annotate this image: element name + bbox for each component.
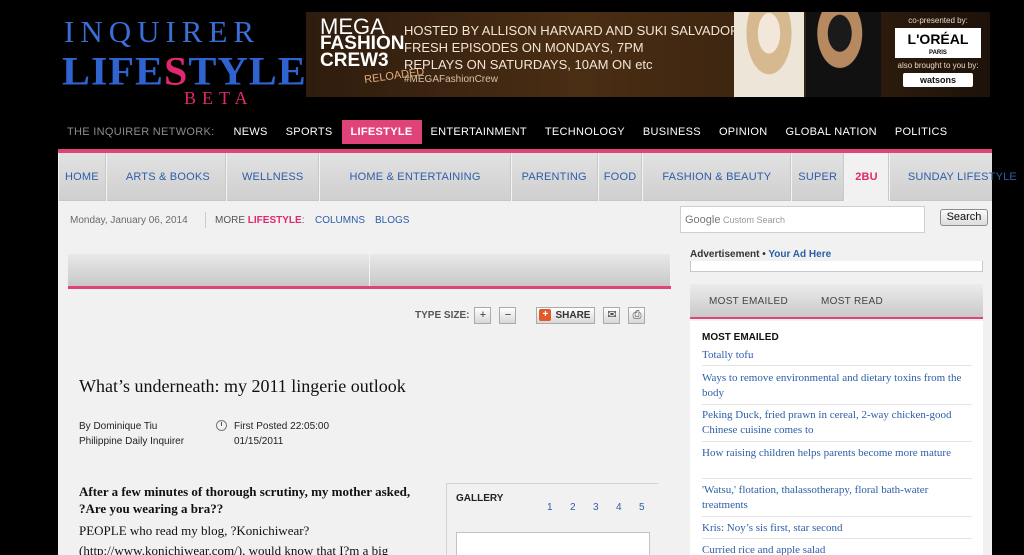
section-food[interactable]: FOOD	[597, 153, 643, 201]
network-item-business[interactable]: BUSINESS	[634, 126, 710, 138]
your-ad-here-link[interactable]: Your Ad Here	[768, 249, 831, 260]
section-super[interactable]: SUPER	[791, 153, 845, 201]
current-date: Monday, January 06, 2014	[70, 215, 188, 226]
increase-font-button[interactable]: +	[474, 306, 492, 324]
sub-bar: Monday, January 06, 2014 MORE LIFESTYLE:…	[58, 201, 992, 239]
share-button[interactable]: + SHARE	[536, 306, 596, 324]
list-item[interactable]: 'Watsu,' flotation, thalassotherapy, flo…	[702, 483, 966, 513]
list-item[interactable]: Ways to remove environmental and dietary…	[702, 371, 966, 401]
list-divider	[702, 516, 972, 517]
list-divider	[702, 538, 972, 539]
network-item-news[interactable]: NEWS	[224, 126, 276, 138]
network-nav: THE INQUIRER NETWORK: NEWS SPORTS LIFEST…	[58, 120, 956, 144]
ad-slot[interactable]	[690, 261, 983, 272]
section-home-entertaining[interactable]: HOME & ENTERTAINING	[319, 153, 511, 201]
banner-mega-title: MEGA FASHION CREW3	[320, 14, 405, 71]
list-divider	[702, 404, 972, 405]
search-button[interactable]: Search	[940, 209, 988, 226]
gallery-page-5[interactable]: 5	[639, 502, 645, 513]
gallery-title: GALLERY	[456, 493, 504, 504]
banner-advertisement[interactable]: MEGA FASHION CREW3 RELOADED HOSTED BY AL…	[306, 12, 990, 97]
type-size-label: TYPE SIZE:	[415, 309, 470, 321]
banner-host-photo	[806, 12, 881, 97]
list-divider	[702, 365, 972, 366]
more-lifestyle-label: MORE LIFESTYLE:	[215, 215, 305, 226]
share-icon: +	[539, 309, 552, 321]
network-item-global-nation[interactable]: GLOBAL NATION	[777, 126, 886, 138]
gallery-panel: GALLERY 1 2 3 4 5	[446, 483, 658, 555]
section-home[interactable]: HOME	[58, 153, 106, 201]
list-divider	[702, 478, 972, 479]
loreal-logo: L'ORÉAL PARIS	[895, 28, 981, 58]
article-tools: TYPE SIZE: + − + SHARE ✉ ⎙	[415, 306, 653, 324]
network-item-entertainment[interactable]: ENTERTAINMENT	[422, 126, 536, 138]
article-tabs	[68, 254, 671, 286]
logo-beta: BETA	[184, 88, 254, 108]
banner-sponsors: co-presented by: L'ORÉAL PARIS also broug…	[892, 16, 984, 87]
article-title: What’s underneath: my 2011 lingerie outl…	[79, 376, 406, 396]
list-item[interactable]: Curried rice and apple salad	[702, 543, 966, 555]
list-item[interactable]: Totally tofu	[702, 348, 966, 363]
banner-hashtag: #MEGAFashionCrew	[404, 74, 498, 85]
inquirer-lifestyle-logo[interactable]: INQUIRER LIFESTYLE BETA	[62, 12, 306, 108]
email-icon[interactable]: ✉	[603, 306, 621, 324]
gallery-image[interactable]	[456, 532, 650, 555]
network-label: THE INQUIRER NETWORK:	[67, 126, 215, 138]
article-lead: After a few minutes of thorough scrutiny…	[79, 484, 411, 516]
gallery-page-4[interactable]: 4	[616, 502, 622, 513]
subbar-divider	[205, 212, 206, 228]
gallery-page-3[interactable]: 3	[593, 502, 599, 513]
section-2bu[interactable]: 2BU	[844, 153, 889, 201]
article-byline: By Dominique Tiu Philippine Daily Inquir…	[79, 419, 184, 449]
section-fashion-beauty[interactable]: FASHION & BEAUTY	[642, 153, 792, 201]
print-icon[interactable]: ⎙	[628, 306, 646, 324]
network-item-lifestyle[interactable]: LIFESTYLE	[341, 120, 422, 144]
network-item-sports[interactable]: SPORTS	[277, 126, 342, 138]
section-sunday-lifestyle[interactable]: SUNDAY LIFESTYLE	[888, 153, 1024, 201]
article-tab-1[interactable]	[68, 254, 370, 286]
article-publication: Philippine Daily Inquirer	[79, 436, 185, 447]
article-posted: First Posted 22:05:00 01/15/2011	[234, 421, 330, 447]
watsons-logo: watsons	[903, 73, 973, 87]
most-emailed-heading: MOST EMAILED	[702, 332, 779, 343]
article-tab-divider	[68, 286, 671, 289]
page-container: HOME ARTS & BOOKS WELLNESS HOME & ENTERT…	[58, 153, 1017, 555]
most-tabs: MOST EMAILED MOST READ	[690, 284, 983, 319]
section-parenting[interactable]: PARENTING	[510, 153, 598, 201]
decrease-font-button[interactable]: −	[499, 306, 517, 324]
list-item[interactable]: Kris: Noy’s sis first, star second	[702, 521, 966, 536]
blogs-link[interactable]: BLOGS	[375, 215, 409, 226]
section-wellness[interactable]: WELLNESS	[225, 153, 320, 201]
article-body: PEOPLE who read my blog, ?Konichiwear? (…	[79, 523, 389, 555]
search-input[interactable]: Google Custom Search	[680, 206, 925, 233]
most-emailed-list: MOST EMAILED Totally tofu Ways to remove…	[690, 321, 983, 555]
gallery-page-1[interactable]: 1	[547, 502, 553, 513]
tab-most-read[interactable]: MOST READ	[821, 296, 883, 307]
clock-icon	[216, 420, 227, 431]
advertisement-label: Advertisement • Your Ad Here	[690, 249, 832, 260]
article-author: By Dominique Tiu	[79, 421, 158, 432]
gallery-page-2[interactable]: 2	[570, 502, 576, 513]
logo-inquirer: INQUIRER	[64, 14, 261, 49]
banner-model-photo	[734, 12, 804, 97]
tab-most-emailed[interactable]: MOST EMAILED	[709, 296, 788, 307]
list-divider	[702, 441, 972, 442]
list-item[interactable]: Peking Duck, fried prawn in cereal, 2-wa…	[702, 408, 966, 438]
network-item-politics[interactable]: POLITICS	[886, 126, 957, 138]
list-item[interactable]: How raising children helps parents becom…	[702, 446, 966, 461]
network-item-opinion[interactable]: OPINION	[710, 126, 777, 138]
columns-link[interactable]: COLUMNS	[315, 215, 365, 226]
section-arts-books[interactable]: ARTS & BOOKS	[105, 153, 226, 201]
section-nav: HOME ARTS & BOOKS WELLNESS HOME & ENTERT…	[58, 153, 1017, 201]
article-tab-2[interactable]	[369, 254, 671, 286]
network-item-technology[interactable]: TECHNOLOGY	[536, 126, 634, 138]
banner-text: HOSTED BY ALLISON HARVARD AND SUKI SALVA…	[404, 23, 740, 72]
